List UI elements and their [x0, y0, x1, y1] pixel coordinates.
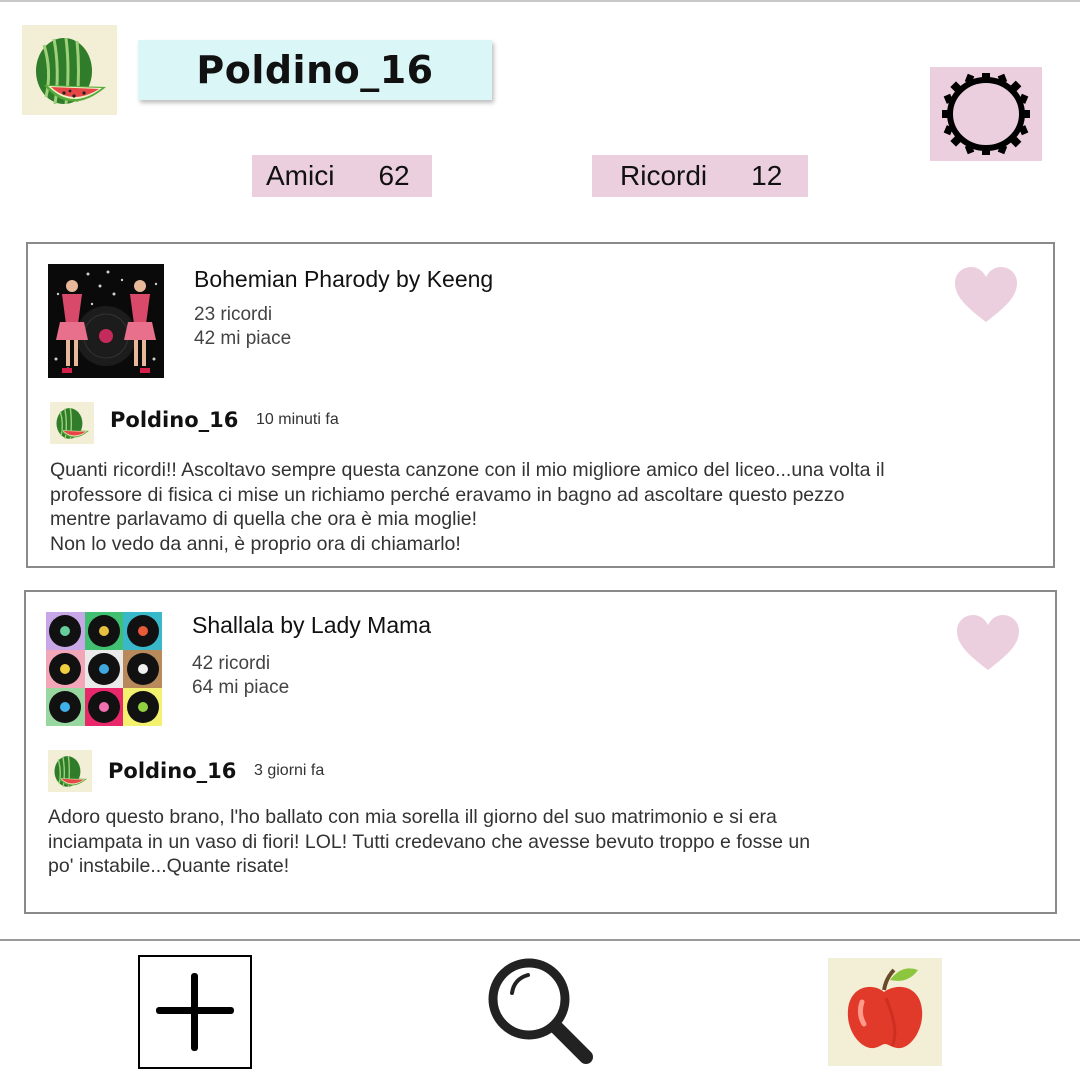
post-timestamp: 3 giorni fa [254, 762, 325, 779]
username-title: Poldino_16 [138, 40, 492, 100]
likes-count: 64 mi piace [192, 677, 290, 698]
heart-icon [955, 267, 1017, 322]
friends-stat[interactable]: Amici 62 [252, 155, 432, 197]
post-author-name[interactable]: Poldino_16 [110, 408, 238, 432]
memories-count: 42 ricordi [192, 653, 271, 674]
memories-count: 12 [751, 160, 783, 191]
like-button[interactable] [953, 266, 1019, 326]
memories-stat[interactable]: Ricordi 12 [592, 155, 808, 197]
album-cover[interactable] [48, 264, 164, 378]
like-button[interactable] [955, 614, 1021, 674]
add-button[interactable] [138, 955, 252, 1069]
friends-label: Amici [266, 160, 335, 191]
song-title[interactable]: Bohemian Pharody by Keeng [194, 266, 493, 293]
post-author-avatar[interactable] [48, 750, 92, 792]
memories-count: 23 ricordi [194, 304, 273, 325]
gear-icon [942, 73, 1030, 155]
post-author-avatar[interactable] [50, 402, 94, 444]
apple-icon [847, 968, 923, 1049]
post-card[interactable]: Bohemian Pharody by Keeng 23 ricordi 42 … [26, 242, 1055, 568]
memories-label: Ricordi [620, 160, 708, 191]
likes-count: 42 mi piace [194, 328, 292, 349]
post-body: Quanti ricordi!! Ascoltavo sempre questa… [50, 459, 885, 555]
album-cover-art [46, 612, 162, 726]
watermelon-icon [54, 756, 87, 787]
post-author-name[interactable]: Poldino_16 [108, 759, 236, 783]
profile-nav-button[interactable] [828, 958, 942, 1066]
profile-avatar[interactable] [22, 25, 117, 115]
post-timestamp: 10 minuti fa [256, 411, 339, 428]
post-card[interactable]: Shallala by Lady Mama 42 ricordi 64 mi p… [24, 590, 1057, 914]
friends-count: 62 [378, 160, 410, 191]
search-button[interactable] [482, 955, 602, 1070]
watermelon-icon [36, 37, 106, 105]
bottom-divider [0, 939, 1080, 941]
settings-button[interactable] [930, 67, 1042, 161]
album-cover[interactable] [46, 612, 162, 726]
search-icon [488, 958, 593, 1064]
song-title[interactable]: Shallala by Lady Mama [192, 612, 431, 639]
post-body: Adoro questo brano, l'ho ballato con mia… [48, 806, 811, 877]
heart-icon [957, 615, 1019, 670]
watermelon-icon [56, 408, 89, 439]
top-divider [0, 0, 1080, 2]
album-cover-art [48, 264, 164, 378]
add-icon [156, 973, 234, 1051]
